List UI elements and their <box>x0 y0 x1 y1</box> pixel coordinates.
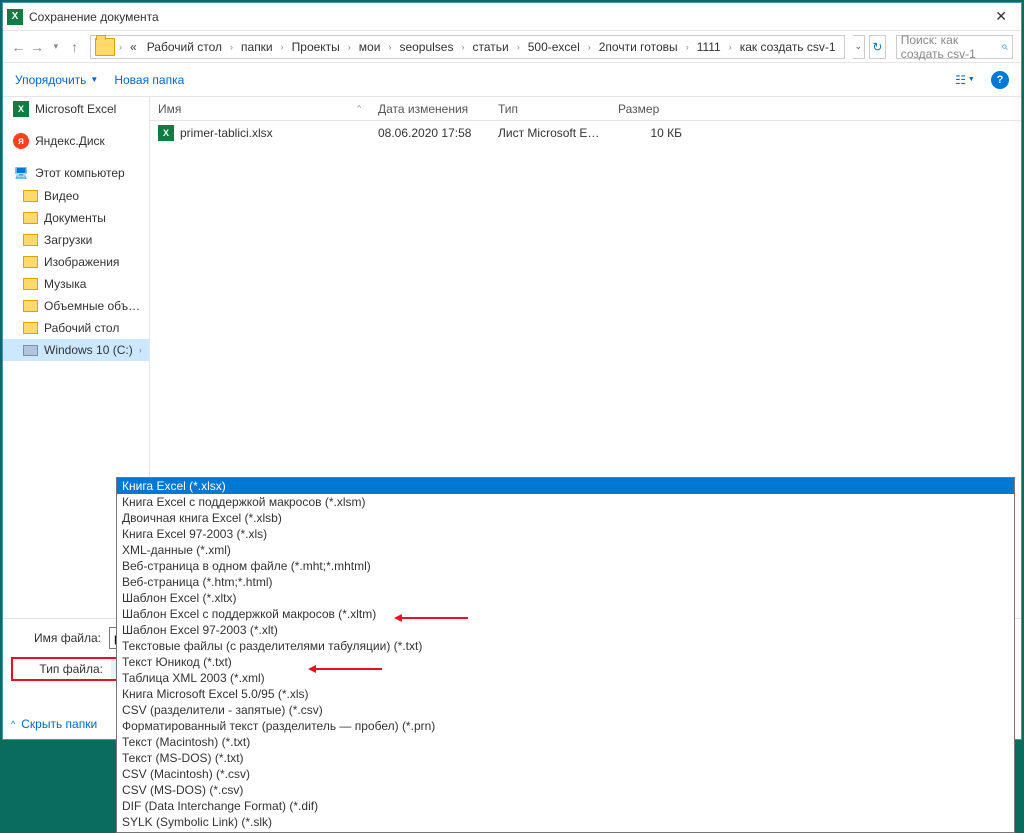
up-button[interactable]: ↑ <box>67 36 82 58</box>
col-name[interactable]: Имя^ <box>150 102 370 116</box>
sidebar-thispc[interactable]: 🖥Этот компьютер <box>3 161 149 185</box>
filetype-option[interactable]: Книга Excel (*.xlsx) <box>117 478 1014 494</box>
crumb[interactable]: « <box>126 38 141 56</box>
organize-button[interactable]: Упорядочить▼ <box>15 73 98 87</box>
column-headers: Имя^ Дата изменения Тип Размер <box>150 97 1021 121</box>
filetype-option[interactable]: CSV (разделители - запятые) (*.csv) <box>117 702 1014 718</box>
newfolder-button[interactable]: Новая папка <box>114 73 184 87</box>
col-size[interactable]: Размер <box>610 102 690 116</box>
crumb[interactable]: как создать csv-1 <box>736 38 840 56</box>
excel-icon: X <box>7 9 23 25</box>
sidebar-yandex[interactable]: яЯндекс.Диск <box>3 129 149 153</box>
folder-icon <box>23 300 38 312</box>
filetype-option[interactable]: Шаблон Excel с поддержкой макросов (*.xl… <box>117 606 1014 622</box>
filetype-dropdown[interactable]: Книга Excel (*.xlsx)Книга Excel с поддер… <box>116 477 1015 833</box>
crumb[interactable]: 1111 <box>693 38 725 56</box>
sidebar-pictures[interactable]: Изображения <box>3 251 149 273</box>
sort-icon: ^ <box>357 104 361 113</box>
filetype-option[interactable]: Книга Excel с поддержкой макросов (*.xls… <box>117 494 1014 510</box>
filetype-option[interactable]: DIF (Data Interchange Format) (*.dif) <box>117 798 1014 814</box>
crumb[interactable]: мои <box>355 38 385 56</box>
sidebar-drive-c[interactable]: Windows 10 (C:)› <box>3 339 149 361</box>
excel-file-icon: X <box>158 125 174 141</box>
search-icon: ⌕ <box>1001 39 1008 54</box>
filetype-option[interactable]: Текст (MS-DOS) (*.txt) <box>117 750 1014 766</box>
folder-icon <box>23 256 38 268</box>
folder-icon <box>23 190 38 202</box>
filetype-option[interactable]: Книга Excel 97-2003 (*.xls) <box>117 526 1014 542</box>
filetype-option[interactable]: XML-данные (*.xml) <box>117 542 1014 558</box>
sidebar-docs[interactable]: Документы <box>3 207 149 229</box>
drive-icon <box>23 345 38 356</box>
filetype-option[interactable]: Книга Microsoft Excel 5.0/95 (*.xls) <box>117 686 1014 702</box>
navbar: ← → ▾ ↑ › « Рабочий стол› папки› Проекты… <box>3 31 1021 63</box>
window-title: Сохранение документа <box>29 10 985 24</box>
file-type: Лист Microsoft Ex… <box>490 126 610 140</box>
pc-icon: 🖥 <box>13 165 29 181</box>
file-size: 10 КБ <box>610 126 690 140</box>
folder-icon <box>23 322 38 334</box>
filetype-option[interactable]: Шаблон Excel (*.xltx) <box>117 590 1014 606</box>
crumb[interactable]: 500-excel <box>524 38 584 56</box>
sidebar-desktop[interactable]: Рабочий стол <box>3 317 149 339</box>
filetype-label: Тип файла: <box>13 662 111 676</box>
filetype-option[interactable]: Текстовые файлы (с разделителями табуляц… <box>117 638 1014 654</box>
col-type[interactable]: Тип <box>490 102 610 116</box>
crumb[interactable]: seopulses <box>395 38 457 56</box>
titlebar: X Сохранение документа ✕ <box>3 3 1021 31</box>
search-input[interactable]: Поиск: как создать csv-1 ⌕ <box>896 35 1013 59</box>
folder-icon <box>23 212 38 224</box>
crumb[interactable]: Рабочий стол <box>143 38 226 56</box>
filetype-option[interactable]: Форматированный текст (разделитель — про… <box>117 718 1014 734</box>
filetype-option[interactable]: CSV (Macintosh) (*.csv) <box>117 766 1014 782</box>
file-row[interactable]: Xprimer-tablici.xlsx 08.06.2020 17:58 Ли… <box>150 121 1021 145</box>
chevron-up-icon: ^ <box>11 719 15 729</box>
sidebar-music[interactable]: Музыка <box>3 273 149 295</box>
expand-icon[interactable]: › <box>139 345 144 355</box>
crumb[interactable]: статьи <box>468 38 512 56</box>
filetype-option[interactable]: SYLK (Symbolic Link) (*.slk) <box>117 814 1014 830</box>
path-dropdown[interactable]: ⌄ <box>853 35 865 59</box>
crumb[interactable]: папки <box>237 38 277 56</box>
search-placeholder: Поиск: как создать csv-1 <box>901 33 1002 61</box>
view-button[interactable]: ☷▼ <box>955 70 975 90</box>
filetype-option[interactable]: CSV (MS-DOS) (*.csv) <box>117 782 1014 798</box>
sidebar-downloads[interactable]: Загрузки <box>3 229 149 251</box>
folder-icon <box>95 38 115 56</box>
refresh-button[interactable]: ↻ <box>869 35 886 59</box>
sidebar-3d[interactable]: Объемные объ… <box>3 295 149 317</box>
close-button[interactable]: ✕ <box>985 4 1017 29</box>
save-dialog: X Сохранение документа ✕ ← → ▾ ↑ › « Раб… <box>2 2 1022 740</box>
breadcrumb[interactable]: › « Рабочий стол› папки› Проекты› мои› s… <box>90 35 845 59</box>
filetype-option[interactable]: Шаблон Excel 97-2003 (*.xlt) <box>117 622 1014 638</box>
filetype-option[interactable]: Таблица XML 2003 (*.xml) <box>117 670 1014 686</box>
filetype-option[interactable]: Двоичная книга Excel (*.xlsb) <box>117 510 1014 526</box>
filetype-option[interactable]: Веб-страница в одном файле (*.mht;*.mhtm… <box>117 558 1014 574</box>
filetype-option[interactable]: Текст Юникод (*.txt) <box>117 654 1014 670</box>
back-button[interactable]: ← <box>11 36 26 58</box>
file-date: 08.06.2020 17:58 <box>370 126 490 140</box>
yandex-icon: я <box>13 133 29 149</box>
annotation-arrow <box>312 668 382 670</box>
sidebar-excel[interactable]: XMicrosoft Excel <box>3 97 149 121</box>
crumb[interactable]: 2почти готовы <box>595 38 682 56</box>
forward-button[interactable]: → <box>30 36 45 58</box>
toolbar: Упорядочить▼ Новая папка ☷▼ ? <box>3 63 1021 97</box>
help-button[interactable]: ? <box>991 71 1009 89</box>
recent-dropdown[interactable]: ▾ <box>49 36 64 58</box>
col-date[interactable]: Дата изменения <box>370 102 490 116</box>
excel-icon: X <box>13 101 29 117</box>
folder-icon <box>23 278 38 290</box>
sidebar-video[interactable]: Видео <box>3 185 149 207</box>
folder-icon <box>23 234 38 246</box>
filetype-option[interactable]: Текст (Macintosh) (*.txt) <box>117 734 1014 750</box>
chevron-icon: › <box>117 42 124 52</box>
annotation-arrow <box>398 617 468 619</box>
filetype-option[interactable]: Веб-страница (*.htm;*.html) <box>117 574 1014 590</box>
filename-label: Имя файла: <box>11 631 109 645</box>
crumb[interactable]: Проекты <box>288 38 344 56</box>
